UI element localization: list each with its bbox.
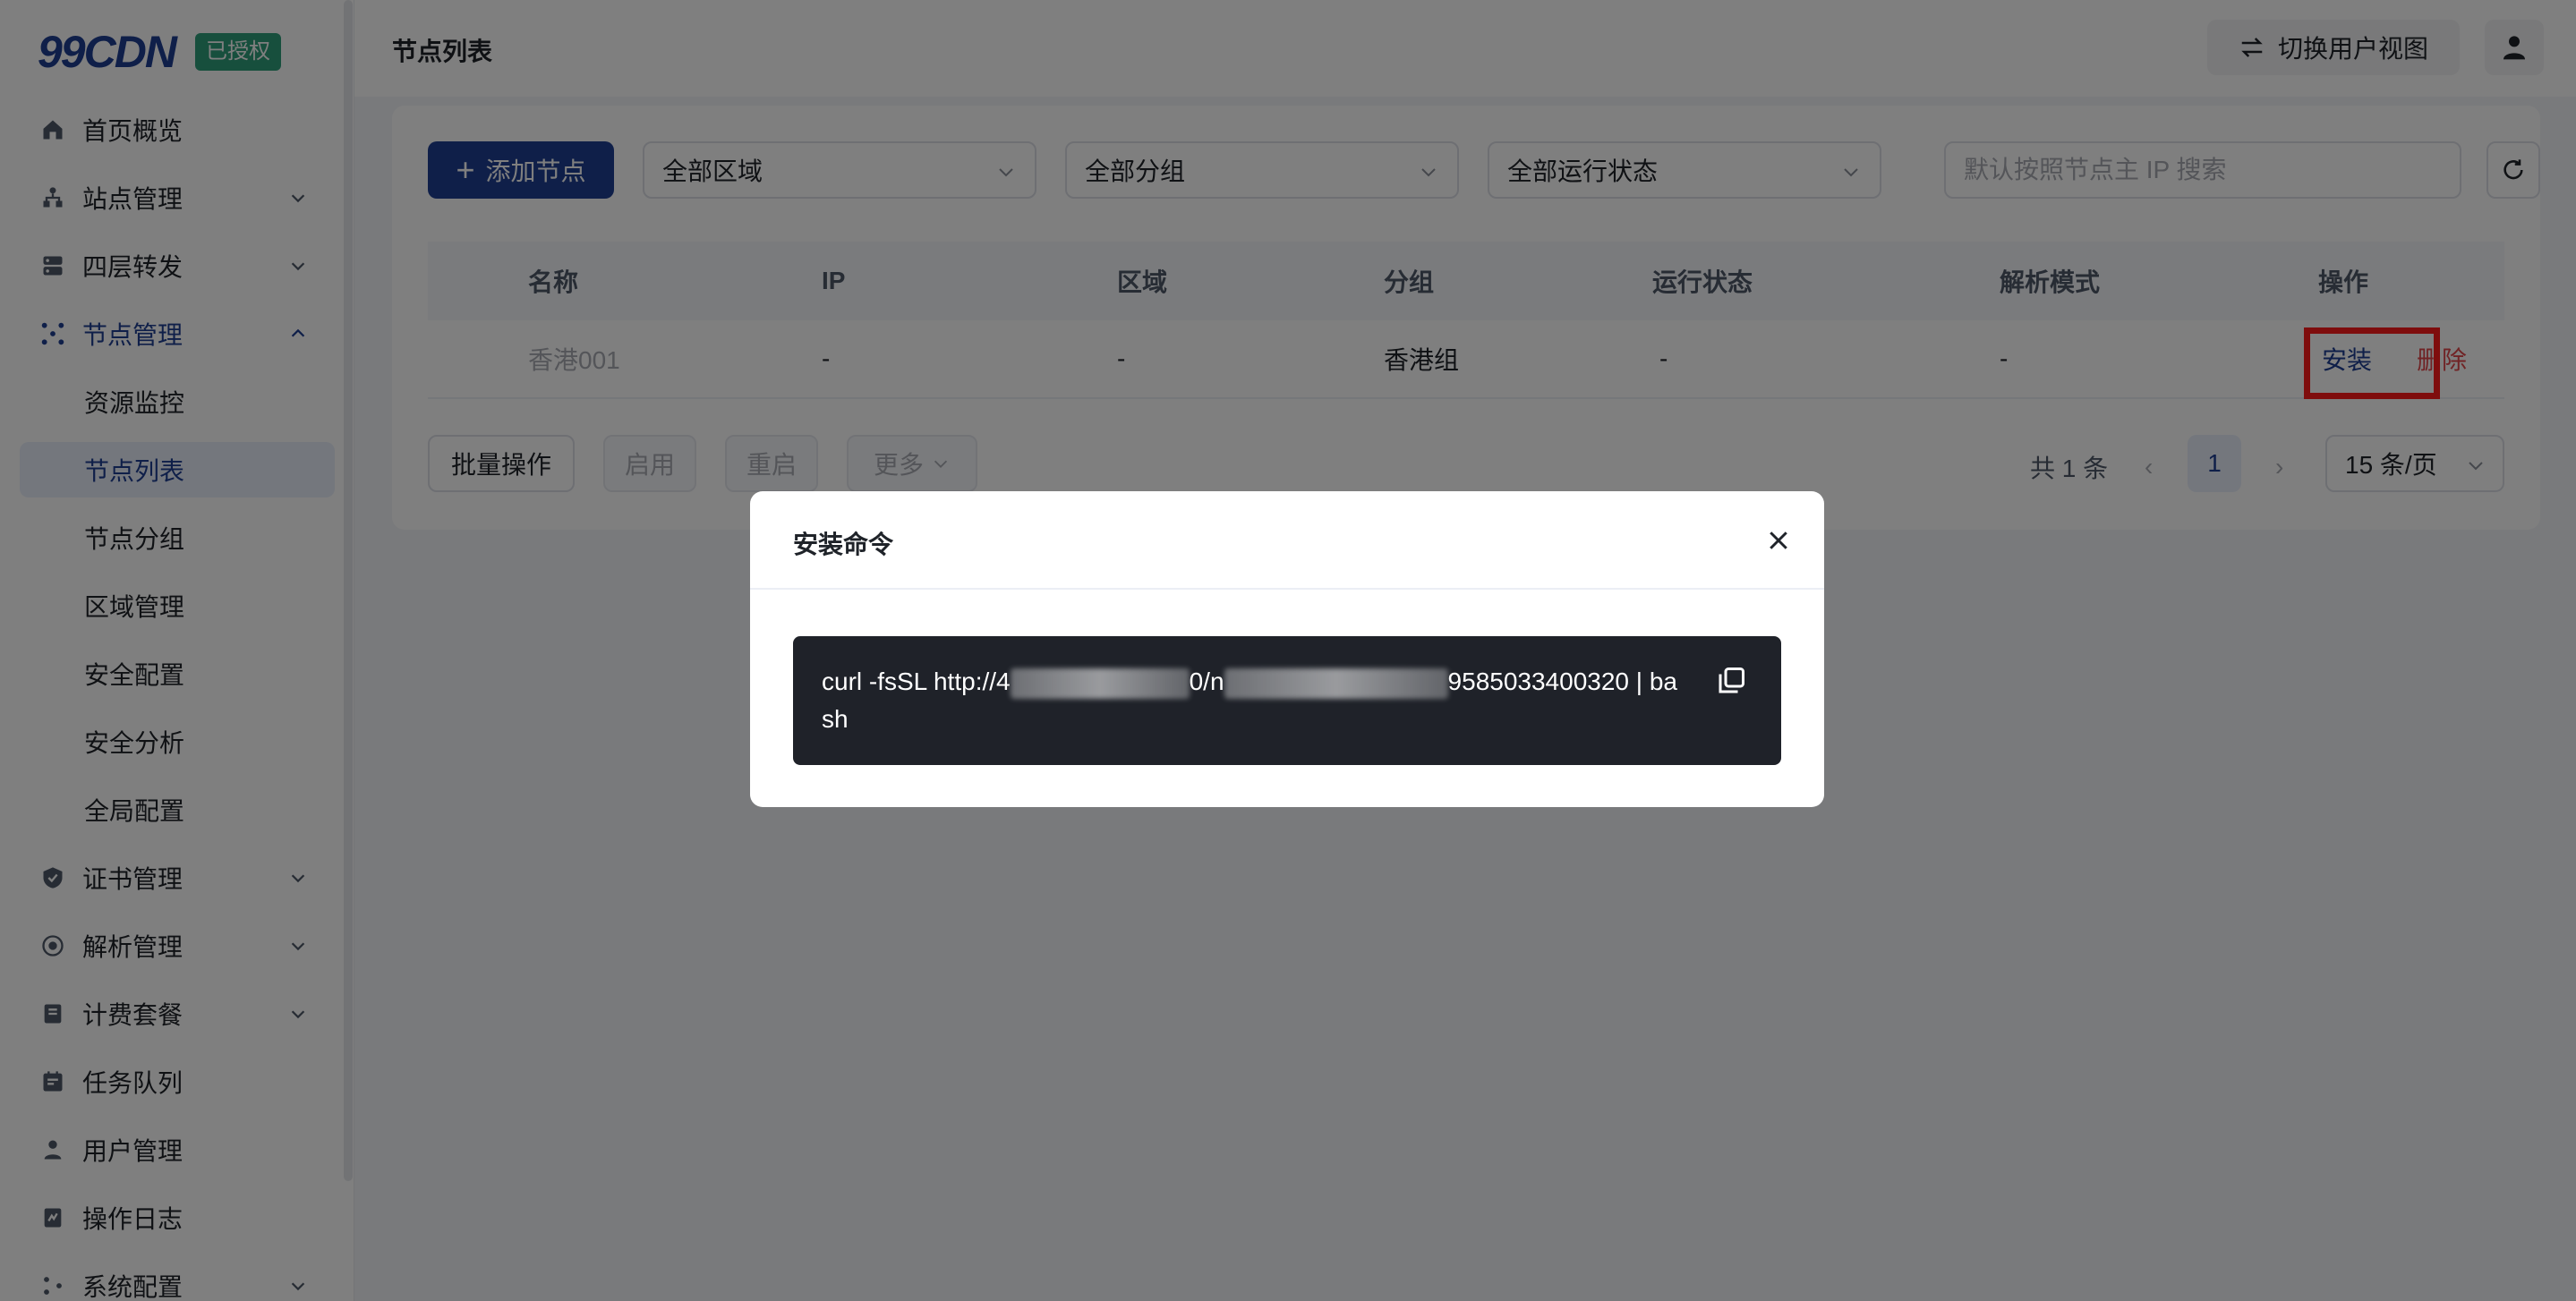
install-command-block[interactable]: curl -fsSL http://4 0/n 9585033400320 | ba… — [793, 636, 1781, 765]
copy-icon[interactable] — [1715, 665, 1747, 697]
close-icon[interactable] — [1765, 527, 1792, 554]
command-prefix: curl -fsSL http://4 — [822, 668, 1011, 695]
app-root: 99CDN 已授权 首页概览 站点管理 四层转发 — [0, 0, 2576, 1301]
dialog-header: 安装命令 — [750, 491, 1824, 590]
command-mid: 0/n — [1189, 668, 1224, 695]
dialog-title: 安装命令 — [793, 531, 894, 558]
install-command-dialog: 安装命令 curl -fsSL http://4 0/n 9585033400320… — [750, 491, 1824, 807]
redacted-ip — [1010, 668, 1190, 699]
redacted-token — [1224, 668, 1448, 699]
